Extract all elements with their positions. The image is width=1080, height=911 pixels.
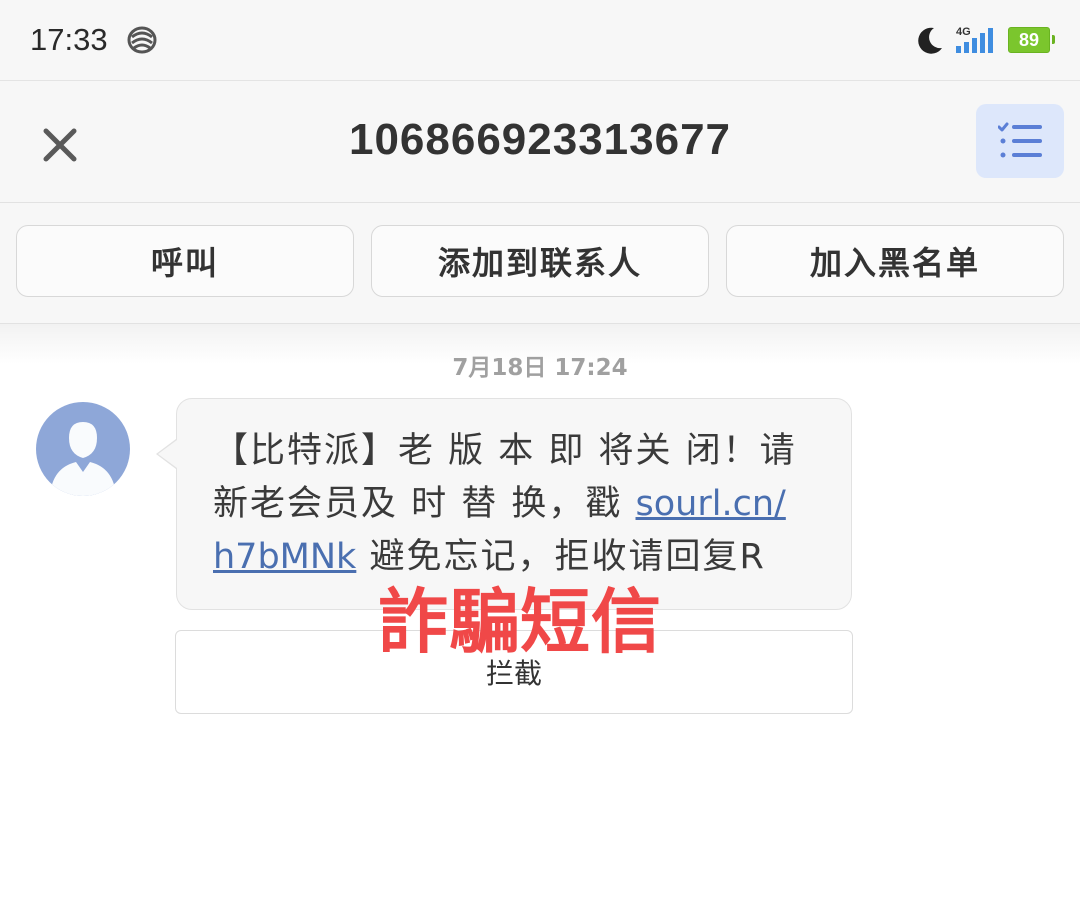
moon-icon	[914, 26, 944, 60]
call-button[interactable]: 呼叫	[16, 225, 354, 297]
battery-level: 89	[1018, 30, 1040, 50]
avatar[interactable]	[36, 402, 130, 496]
action-bar: 呼叫 添加到联系人 加入黑名单	[0, 203, 1080, 324]
battery-icon: 89	[1008, 27, 1055, 53]
sender-number: 106866923313677	[348, 115, 732, 164]
message-timestamp: 7月18日 17:24	[452, 355, 628, 381]
message-text: 【比特派】老 版 本 即 将关 闭！请 新老会员及 时 替 换，戳 sourl.…	[213, 425, 803, 584]
message-line-2: 新老会员及 时 替 换，戳	[213, 484, 636, 524]
person-icon	[50, 422, 116, 496]
signal-icon: 4G	[954, 24, 998, 60]
message-link-continued[interactable]: h7bMNk	[213, 537, 356, 577]
status-time: 17:33	[30, 22, 108, 57]
network-type-label: 4G	[956, 26, 971, 38]
close-icon	[43, 128, 77, 162]
message-link[interactable]: sourl.cn/	[636, 484, 786, 524]
status-bar: 17:33 4G 89	[0, 0, 1080, 81]
options-menu-button[interactable]	[976, 104, 1064, 178]
conversation-header: 106866923313677	[0, 81, 1080, 203]
add-to-contacts-button[interactable]: 添加到联系人	[371, 225, 709, 297]
message-thread: 7月18日 17:24 【比特派】老 版 本 即 将关 闭！请 新老会员及 时 …	[0, 324, 1080, 911]
list-menu-icon	[998, 122, 1042, 158]
add-to-blacklist-button[interactable]: 加入黑名单	[726, 225, 1064, 297]
message-line-1: 【比特派】老 版 本 即 将关 闭！请	[213, 431, 797, 471]
close-button[interactable]	[36, 121, 84, 169]
carrier-icon	[126, 25, 158, 59]
scam-warning-watermark: 詐騙短信	[378, 581, 662, 663]
